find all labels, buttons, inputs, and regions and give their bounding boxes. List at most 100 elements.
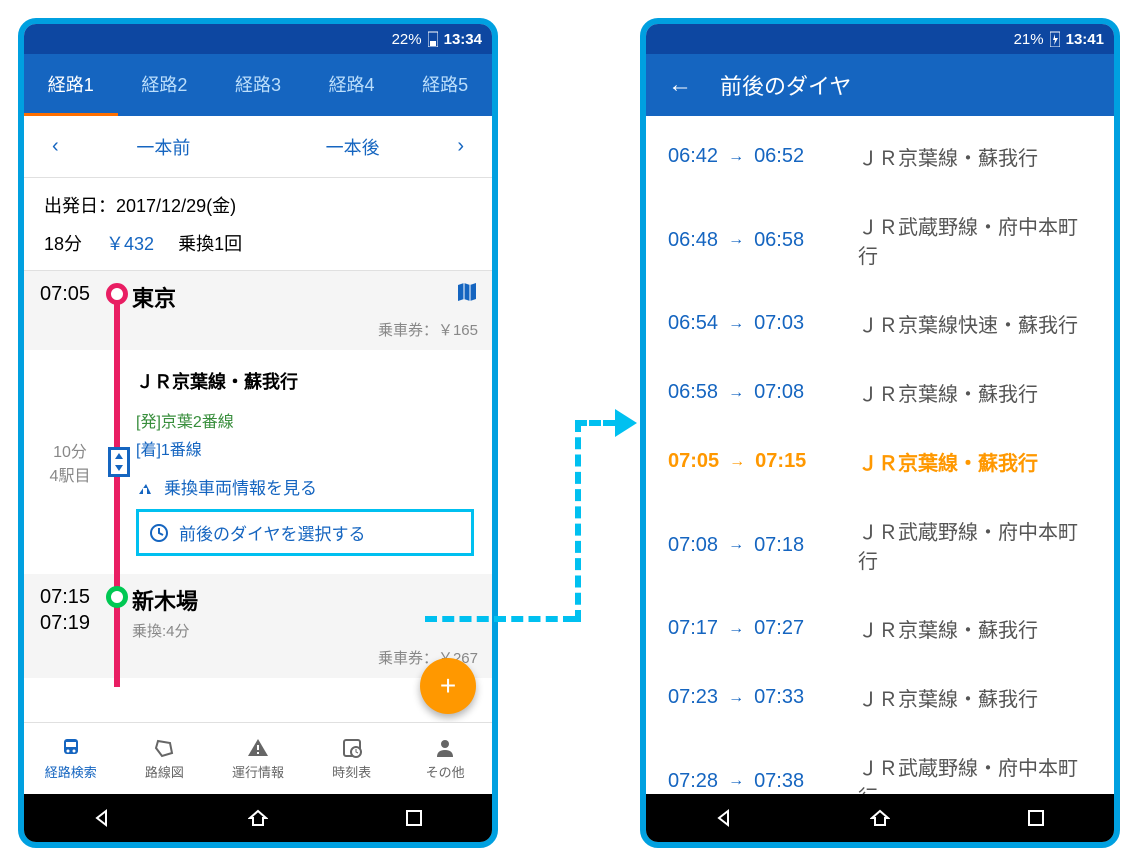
android-soft-keys bbox=[646, 794, 1114, 842]
schedule-row[interactable]: 07:08→07:18ＪＲ武蔵野線・府中本町行 bbox=[646, 496, 1114, 594]
arrow-right-icon: → bbox=[728, 315, 744, 333]
time-range: 07:23→07:33 bbox=[668, 686, 858, 709]
home-key[interactable] bbox=[246, 806, 270, 830]
station-row-transfer[interactable]: 07:15 07:19 新木場 乗換:4分 乗車券：￥267 bbox=[24, 574, 492, 678]
timetable-icon bbox=[340, 736, 364, 760]
schedule-row[interactable]: 06:48→06:58ＪＲ武蔵野線・府中本町行 bbox=[646, 191, 1114, 289]
route-tabs: 経路1 経路2 経路3 経路4 経路5 bbox=[24, 54, 492, 116]
warning-icon bbox=[246, 736, 270, 760]
phone-route-detail: 22% 13:34 経路1 経路2 経路3 経路4 経路5 ‹ 一本前 一本後 … bbox=[18, 18, 498, 848]
station-name: 新木場 bbox=[132, 584, 478, 616]
chevron-right-icon: › bbox=[447, 135, 474, 158]
time-range: 07:28→07:38 bbox=[668, 770, 858, 793]
duration-value: 18分 bbox=[44, 230, 82, 256]
line-name: ＪＲ武蔵野線・府中本町行 bbox=[858, 516, 1092, 574]
page-title: 前後のダイヤ bbox=[720, 69, 851, 101]
tab-route-1[interactable]: 経路1 bbox=[24, 54, 118, 116]
recent-key[interactable] bbox=[402, 806, 426, 830]
line-name: ＪＲ京葉線・蘇我行 bbox=[858, 378, 1092, 407]
arrow-right-icon: → bbox=[728, 384, 744, 402]
tab-route-3[interactable]: 経路3 bbox=[211, 54, 305, 116]
nav-other[interactable]: その他 bbox=[398, 723, 492, 794]
battery-charging-icon bbox=[1050, 31, 1060, 47]
battery-label: 22% bbox=[392, 31, 422, 48]
time-range: 07:08→07:18 bbox=[668, 534, 858, 557]
time-range: 07:05→07:15 bbox=[668, 450, 858, 473]
segment-ordinal: 4駅目 bbox=[34, 462, 106, 486]
nav-route-map[interactable]: 路線図 bbox=[118, 723, 212, 794]
fare-label: 乗車券：￥165 bbox=[132, 319, 478, 340]
time-range: 06:48→06:58 bbox=[668, 229, 858, 252]
schedule-row[interactable]: 07:05→07:15ＪＲ京葉線・蘇我行 bbox=[646, 427, 1114, 496]
android-soft-keys bbox=[24, 794, 492, 842]
line-name: ＪＲ京葉線・蘇我行 bbox=[136, 368, 474, 394]
back-key[interactable] bbox=[712, 806, 736, 830]
clock-label: 13:41 bbox=[1066, 31, 1104, 48]
status-bar: 21% 13:41 bbox=[646, 24, 1114, 54]
schedule-select-button[interactable]: 前後のダイヤを選択する bbox=[136, 509, 474, 556]
line-name: ＪＲ京葉線快速・蘇我行 bbox=[858, 309, 1092, 338]
prev-train-button[interactable]: ‹ 一本前 bbox=[24, 134, 258, 160]
clock-icon bbox=[149, 523, 169, 543]
tab-route-4[interactable]: 経路4 bbox=[305, 54, 399, 116]
schedule-row[interactable]: 06:42→06:52ＪＲ京葉線・蘇我行 bbox=[646, 122, 1114, 191]
arrow-right-icon: → bbox=[728, 772, 744, 790]
time-range: 06:54→07:03 bbox=[668, 312, 858, 335]
arrive-time: 07:15 bbox=[40, 584, 106, 610]
nav-timetable[interactable]: 時刻表 bbox=[305, 723, 399, 794]
arrow-right-icon: → bbox=[728, 231, 744, 249]
route-diagram: 07:05 東京 乗車券：￥165 10分 4駅目 bbox=[24, 271, 492, 678]
schedule-row[interactable]: 06:58→07:08ＪＲ京葉線・蘇我行 bbox=[646, 358, 1114, 427]
arrow-right-icon: → bbox=[728, 689, 744, 707]
home-key[interactable] bbox=[868, 806, 892, 830]
dep-platform: [発]京葉2番線 bbox=[136, 414, 234, 431]
map-icon[interactable] bbox=[456, 281, 478, 303]
arrow-right-icon: → bbox=[728, 620, 744, 638]
app-header: ← 前後のダイヤ bbox=[646, 54, 1114, 116]
arrow-right-icon: → bbox=[728, 536, 744, 554]
polygon-icon bbox=[152, 736, 176, 760]
transfer-icon bbox=[136, 477, 156, 497]
bottom-nav: 経路検索 路線図 運行情報 時刻表 その他 bbox=[24, 722, 492, 794]
back-arrow-icon[interactable]: ← bbox=[668, 71, 692, 99]
price-value: ￥432 bbox=[106, 230, 154, 256]
recent-key[interactable] bbox=[1024, 806, 1048, 830]
nav-route-search[interactable]: 経路検索 bbox=[24, 723, 118, 794]
station-node-icon bbox=[106, 283, 128, 305]
tab-route-2[interactable]: 経路2 bbox=[118, 54, 212, 116]
time-range: 06:58→07:08 bbox=[668, 381, 858, 404]
prev-next-bar: ‹ 一本前 一本後 › bbox=[24, 116, 492, 178]
station-row-origin[interactable]: 07:05 東京 乗車券：￥165 bbox=[24, 271, 492, 350]
next-train-button[interactable]: 一本後 › bbox=[258, 134, 492, 160]
tab-route-5[interactable]: 経路5 bbox=[398, 54, 492, 116]
schedule-row[interactable]: 06:54→07:03ＪＲ京葉線快速・蘇我行 bbox=[646, 289, 1114, 358]
depart-time: 07:05 bbox=[40, 283, 90, 305]
time-range: 06:42→06:52 bbox=[668, 145, 858, 168]
fare-label: 乗車券：￥267 bbox=[132, 647, 478, 668]
battery-label: 21% bbox=[1014, 31, 1044, 48]
transfer-count: 乗換1回 bbox=[178, 230, 242, 256]
line-name: ＪＲ京葉線・蘇我行 bbox=[858, 683, 1092, 712]
departure-date: 出発日：2017/12/29(金) bbox=[44, 192, 472, 218]
plus-icon: + bbox=[440, 670, 456, 702]
schedule-row[interactable]: 07:17→07:27ＪＲ京葉線・蘇我行 bbox=[646, 594, 1114, 663]
line-name: ＪＲ京葉線・蘇我行 bbox=[858, 614, 1092, 643]
arrow-right-icon: → bbox=[729, 453, 745, 471]
arr-platform: [着]1番線 bbox=[136, 442, 202, 459]
battery-icon bbox=[428, 31, 438, 47]
schedule-row[interactable]: 07:23→07:33ＪＲ京葉線・蘇我行 bbox=[646, 663, 1114, 732]
line-name: ＪＲ武蔵野線・府中本町行 bbox=[858, 211, 1092, 269]
transfer-info-link[interactable]: 乗換車両情報を見る bbox=[136, 474, 474, 499]
back-key[interactable] bbox=[90, 806, 114, 830]
station-node-icon bbox=[106, 586, 128, 608]
train-icon bbox=[59, 736, 83, 760]
station-name: 東京 bbox=[132, 281, 478, 313]
fab-add-button[interactable]: + bbox=[420, 658, 476, 714]
schedule-list[interactable]: 06:42→06:52ＪＲ京葉線・蘇我行06:48→06:58ＪＲ武蔵野線・府中… bbox=[646, 116, 1114, 836]
time-range: 07:17→07:27 bbox=[668, 617, 858, 640]
expand-icon[interactable] bbox=[108, 447, 130, 477]
nav-service-status[interactable]: 運行情報 bbox=[211, 723, 305, 794]
line-name: ＪＲ京葉線・蘇我行 bbox=[858, 447, 1092, 476]
person-icon bbox=[433, 736, 457, 760]
chevron-left-icon: ‹ bbox=[42, 135, 69, 158]
